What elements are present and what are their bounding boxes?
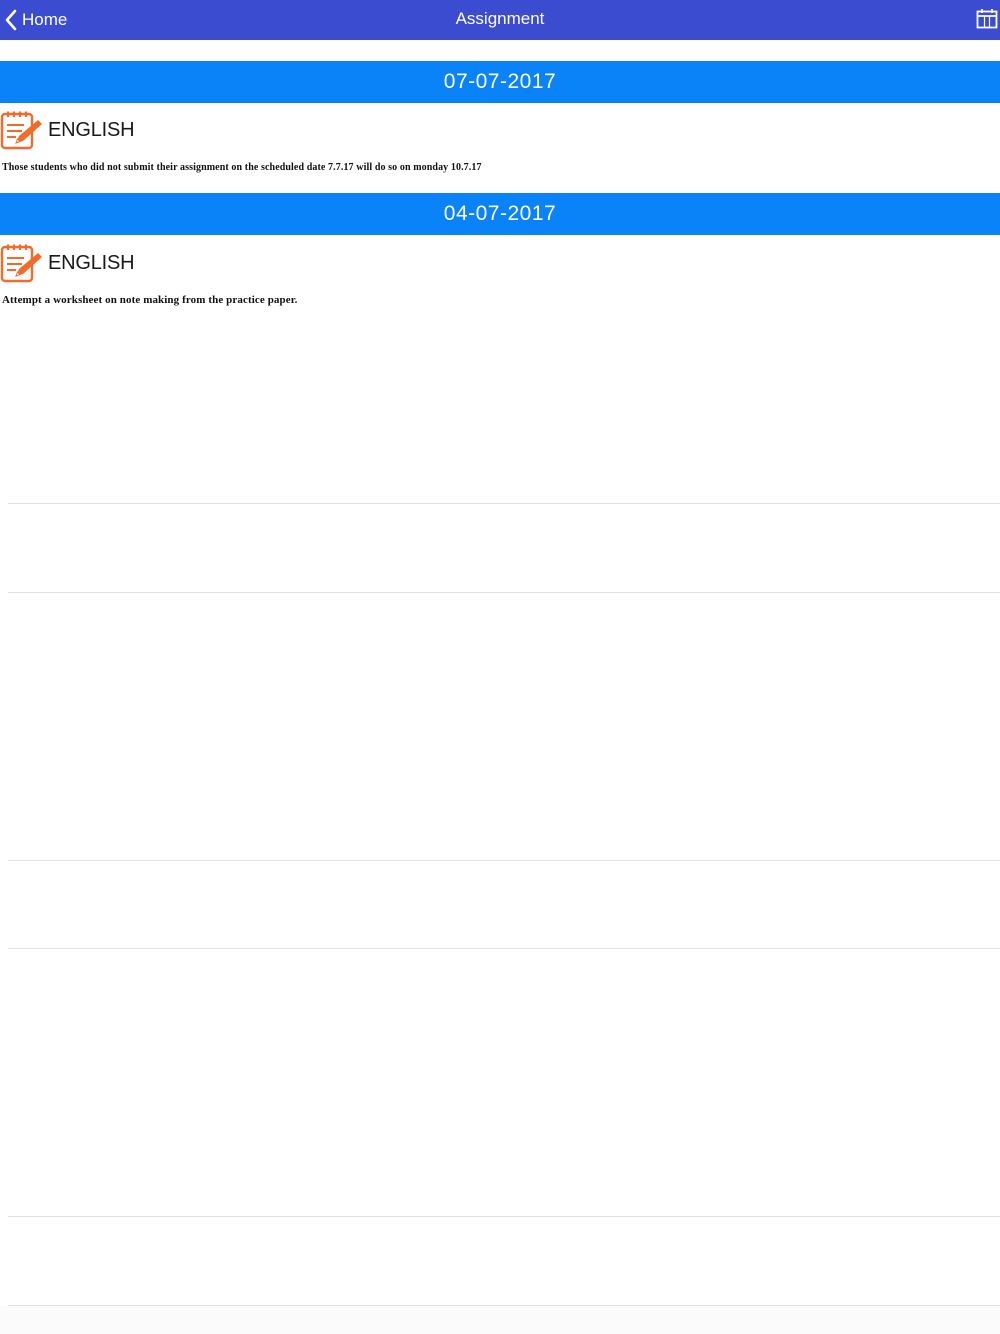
row-divider [8, 860, 1000, 861]
subject-label: ENGLISH [48, 118, 135, 141]
row-divider [8, 503, 1000, 504]
bottom-strip [0, 1306, 1000, 1334]
notepad-edit-icon [0, 244, 42, 283]
assignment-description: Attempt a worksheet on note making from … [2, 294, 298, 306]
date-header: 07-07-2017 [0, 61, 1000, 103]
subject-label: ENGLISH [48, 251, 135, 274]
back-button[interactable]: Home [4, 0, 67, 40]
row-divider [8, 948, 1000, 949]
subject-row: ENGLISH [0, 110, 135, 150]
row-divider [8, 1216, 1000, 1217]
back-button-label: Home [22, 10, 68, 29]
assignment-description: Those students who did not submit their … [2, 162, 482, 173]
notepad-edit-icon [0, 111, 42, 150]
date-header: 04-07-2017 [0, 193, 1000, 235]
calendar-icon[interactable] [976, 8, 998, 30]
subject-row: ENGLISH [0, 243, 135, 283]
assignment-item[interactable]: ENGLISH Those students who did not submi… [0, 110, 1000, 190]
navigation-bar: Home Assignment [0, 0, 1000, 40]
row-divider [8, 592, 1000, 593]
chevron-left-icon [5, 9, 17, 31]
page-title: Assignment [455, 9, 545, 28]
assignment-item[interactable]: ENGLISH Attempt a worksheet on note maki… [0, 243, 1000, 323]
